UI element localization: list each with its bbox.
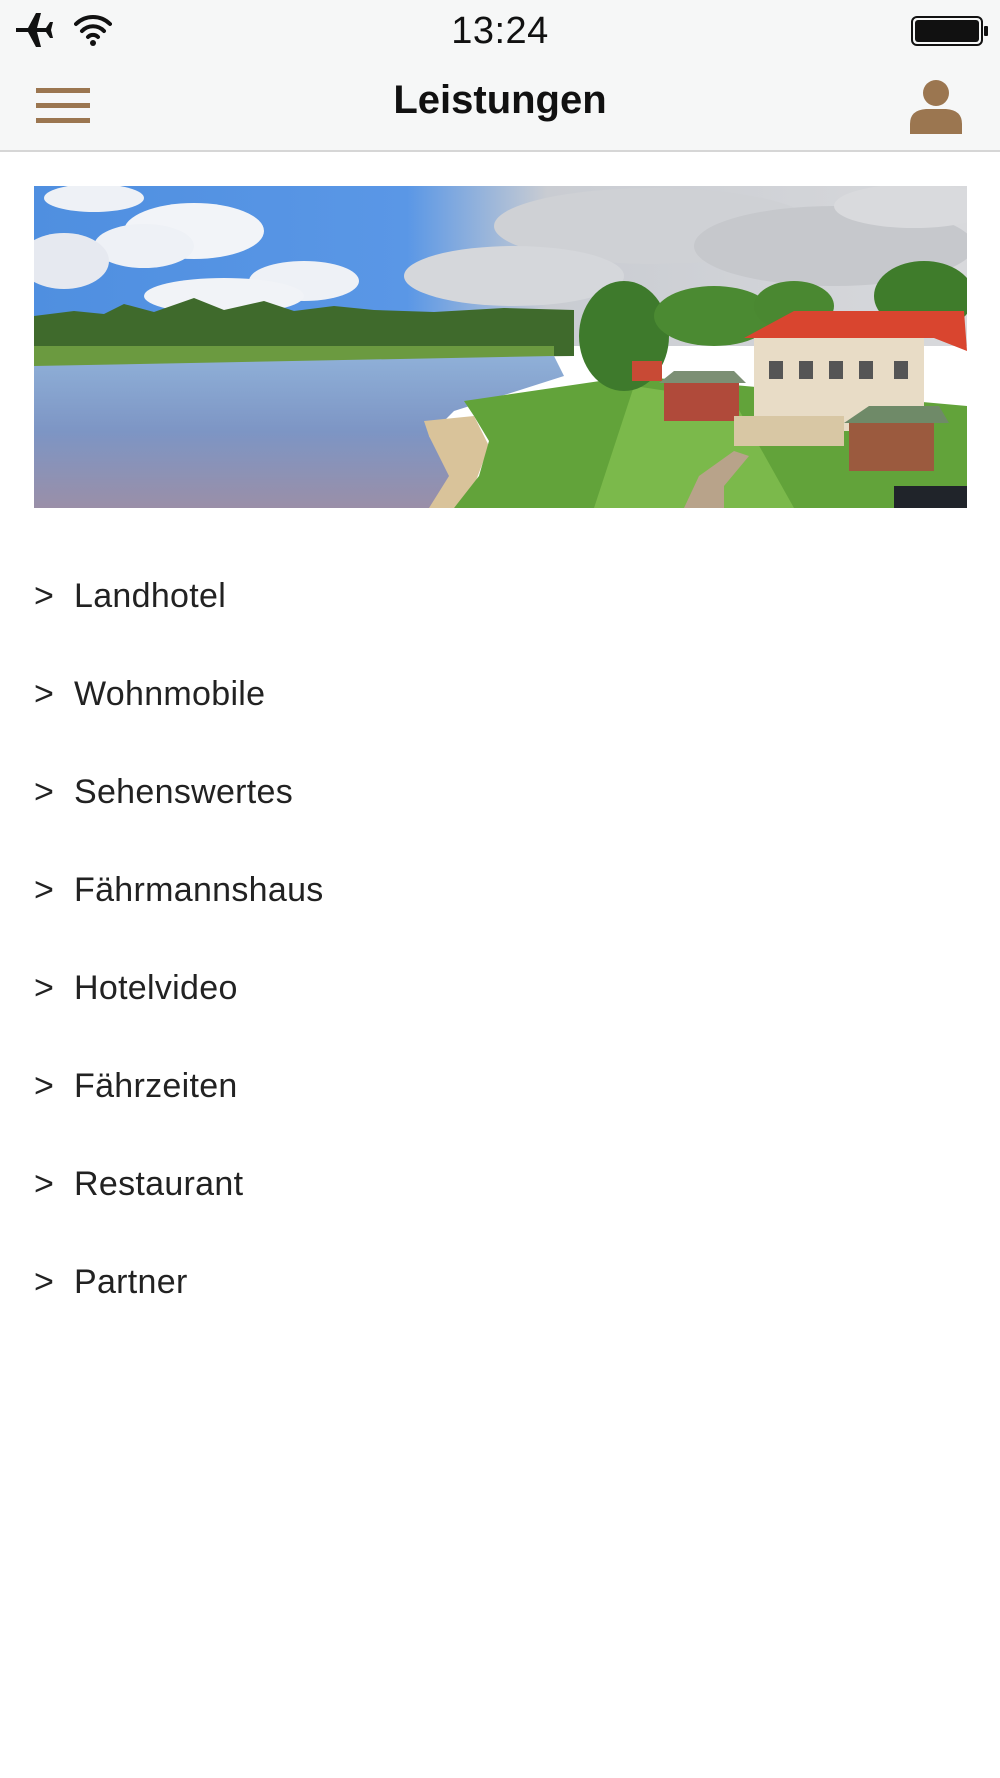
account-button[interactable] [900, 72, 972, 144]
chevron-right-icon: > [34, 577, 54, 615]
status-right [910, 14, 990, 53]
chevron-right-icon: > [34, 773, 54, 811]
menu-item-partner[interactable]: > Partner [34, 1246, 934, 1344]
chevron-right-icon: > [34, 675, 54, 713]
menu-item-label: Fährmannshaus [74, 871, 324, 909]
menu-item-label: Wohnmobile [74, 675, 266, 713]
menu-item-label: Sehenswertes [74, 773, 294, 811]
menu-item-landhotel[interactable]: > Landhotel [34, 560, 934, 658]
chevron-right-icon: > [34, 1067, 54, 1105]
menu-item-label: Fährzeiten [74, 1067, 238, 1105]
menu-item-label: Restaurant [74, 1165, 244, 1203]
chevron-right-icon: > [34, 1165, 54, 1203]
navigation-bar: Leistungen [0, 64, 1000, 152]
menu-item-hotelvideo[interactable]: > Hotelvideo [34, 952, 934, 1050]
status-time: 13:24 [451, 10, 549, 52]
status-bar: 13:24 [0, 0, 1000, 64]
menu-item-restaurant[interactable]: > Restaurant [34, 1148, 934, 1246]
battery-icon [910, 16, 990, 52]
chevron-right-icon: > [34, 969, 54, 1007]
user-icon [908, 78, 964, 139]
menu-list: > Landhotel > Wohnmobile > Sehenswertes … [34, 560, 934, 1344]
hero-image [34, 186, 967, 508]
menu-item-label: Landhotel [74, 577, 227, 615]
menu-item-faehrmannshaus[interactable]: > Fährmannshaus [34, 854, 934, 952]
menu-item-label: Hotelvideo [74, 969, 238, 1007]
chevron-right-icon: > [34, 871, 54, 909]
page-title: Leistungen [393, 78, 607, 122]
menu-item-wohnmobile[interactable]: > Wohnmobile [34, 658, 934, 756]
menu-item-sehenswertes[interactable]: > Sehenswertes [34, 756, 934, 854]
hamburger-icon [36, 86, 90, 131]
menu-button[interactable] [30, 78, 96, 138]
menu-item-label: Partner [74, 1263, 188, 1301]
menu-item-faehrzeiten[interactable]: > Fährzeiten [34, 1050, 934, 1148]
chevron-right-icon: > [34, 1263, 54, 1301]
